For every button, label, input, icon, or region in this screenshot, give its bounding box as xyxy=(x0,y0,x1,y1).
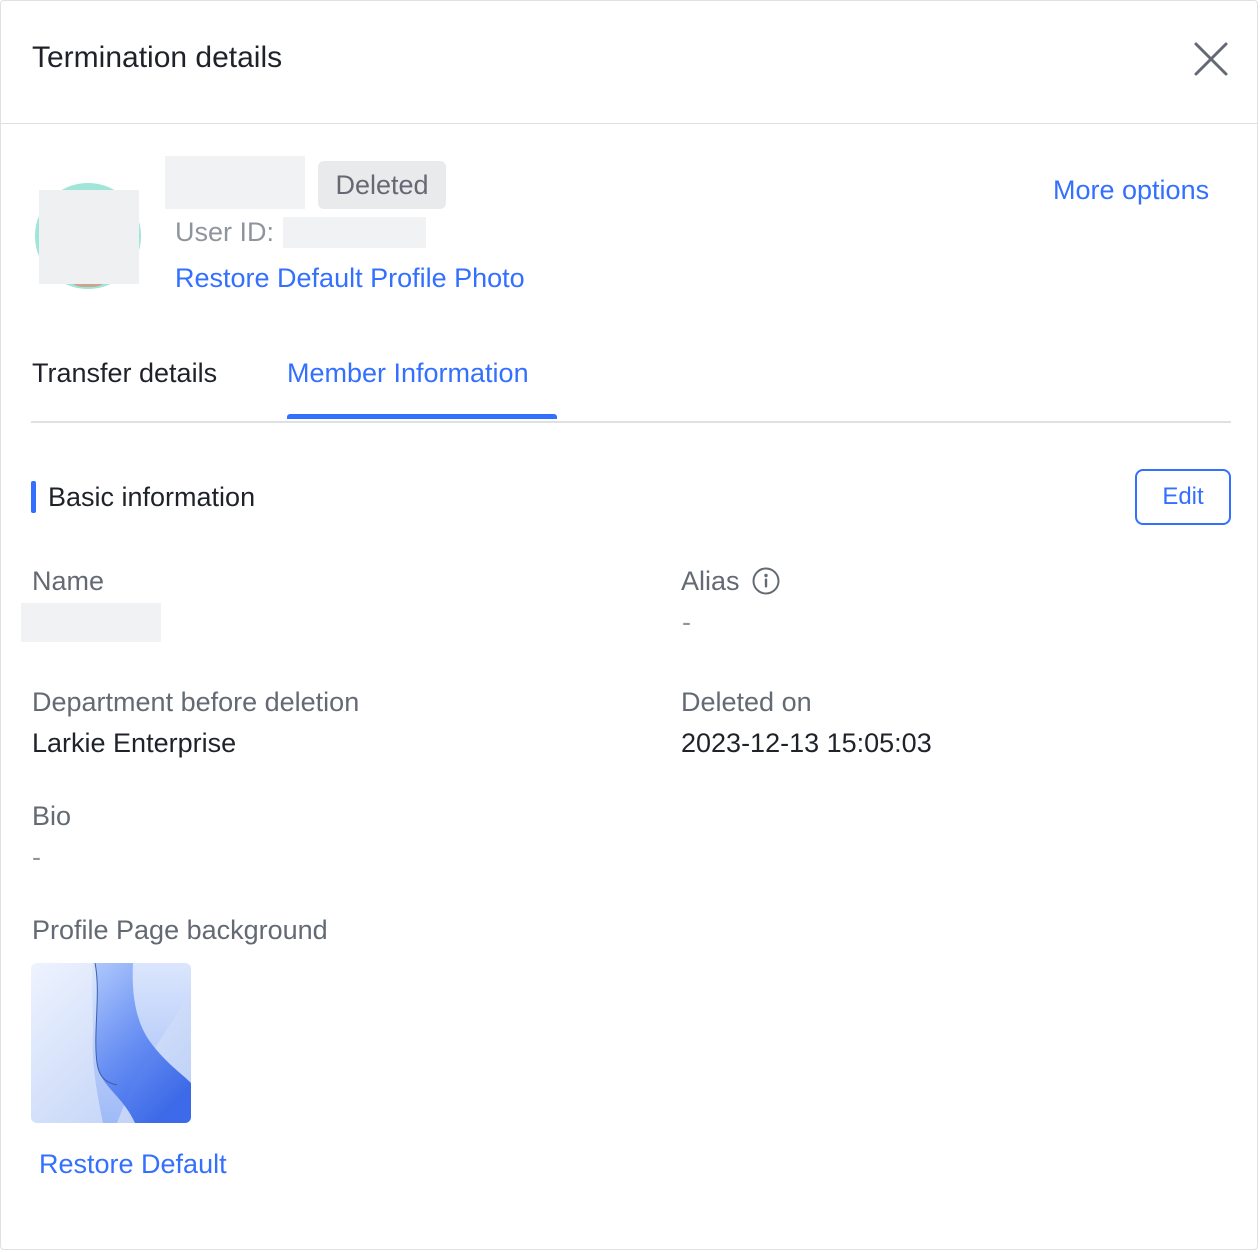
close-icon[interactable] xyxy=(1193,41,1229,77)
avatar-redaction xyxy=(39,190,139,284)
section-title: Basic information xyxy=(48,482,256,512)
bio-value: - xyxy=(32,842,41,872)
more-options-link[interactable]: More options xyxy=(1053,175,1209,206)
department-value: Larkie Enterprise xyxy=(32,728,237,758)
panel-title: Termination details xyxy=(32,41,283,74)
profile-background-thumbnail[interactable] xyxy=(31,963,191,1123)
section-accent-bar xyxy=(31,481,36,513)
alias-label: Alias xyxy=(681,566,740,596)
name-value-redacted xyxy=(21,603,161,642)
active-tab-indicator xyxy=(287,414,557,419)
profile-background-label: Profile Page background xyxy=(32,915,328,945)
edit-button[interactable]: Edit xyxy=(1135,469,1231,525)
termination-details-panel: Termination details Deleted User ID: Res… xyxy=(0,0,1258,1250)
restore-default-link[interactable]: Restore Default xyxy=(39,1149,227,1180)
panel-header: Termination details xyxy=(1,1,1257,124)
tab-member-information[interactable]: Member Information xyxy=(287,358,529,389)
department-label: Department before deletion xyxy=(32,687,360,717)
deleted-on-value: 2023-12-13 15:05:03 xyxy=(681,728,932,758)
alias-value: - xyxy=(682,607,691,637)
background-image xyxy=(31,963,191,1123)
user-name-redacted xyxy=(165,156,305,209)
user-id-label: User ID: xyxy=(175,217,275,247)
bio-label: Bio xyxy=(32,801,72,831)
deleted-on-label: Deleted on xyxy=(681,687,812,717)
avatar xyxy=(35,183,141,289)
tab-transfer-details[interactable]: Transfer details xyxy=(32,358,217,389)
restore-profile-photo-link[interactable]: Restore Default Profile Photo xyxy=(175,263,525,294)
user-id-redacted xyxy=(283,217,426,248)
name-label: Name xyxy=(32,566,105,596)
info-icon[interactable] xyxy=(752,567,780,595)
status-badge: Deleted xyxy=(318,161,446,209)
tab-bar: Transfer details Member Information xyxy=(31,351,1231,423)
